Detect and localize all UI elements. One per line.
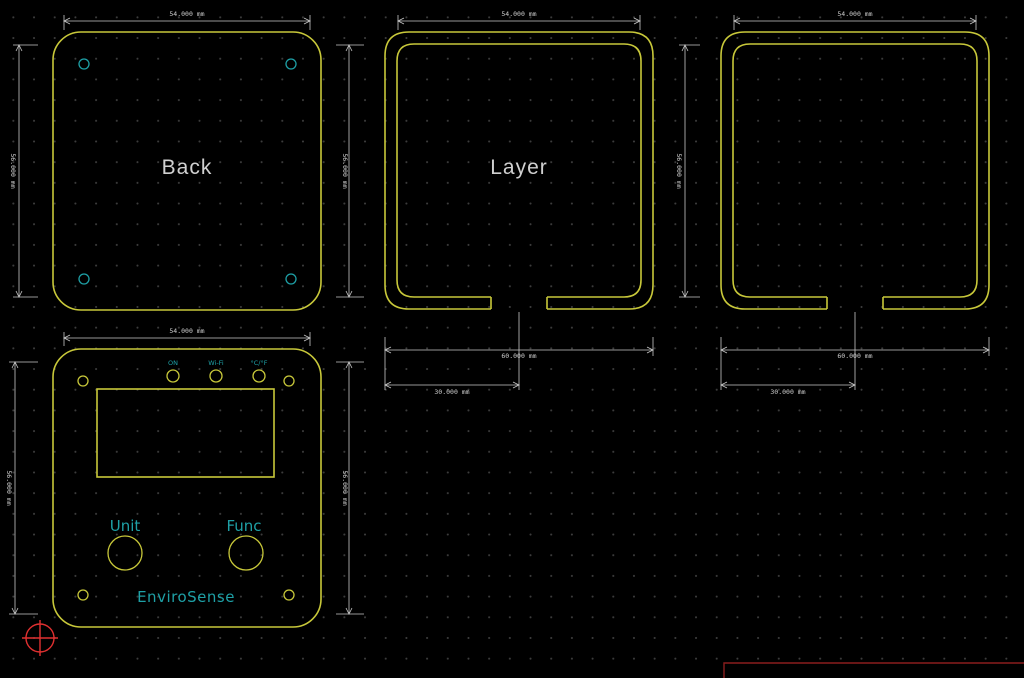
front-left-height-dimension: 56.000 mm <box>5 361 38 615</box>
led-on-label: ON <box>168 359 178 367</box>
front-panel-outline[interactable] <box>52 348 322 628</box>
mounting-hole[interactable] <box>78 273 90 285</box>
back-panel[interactable]: Back <box>52 31 322 311</box>
unit-button-label: Unit <box>110 517 141 535</box>
sheet-border <box>723 662 1024 678</box>
back-label: Back <box>162 156 213 179</box>
brand-label: EnviroSense <box>137 588 235 606</box>
layer-width-dimension: 54.000 mm <box>397 10 641 30</box>
dimension-text: 54.000 mm <box>169 327 204 335</box>
dimension-text: 56.000 mm <box>341 153 349 188</box>
mounting-hole[interactable] <box>283 589 295 601</box>
back-right-height-dimension: 56.000 mm <box>336 44 364 298</box>
layer-right-height-dimension: 56.000 mm <box>675 44 700 298</box>
dimension-text: 54.000 mm <box>501 10 536 18</box>
back-width-dimension: 54.000 mm <box>63 10 311 30</box>
func-button-hole[interactable] <box>228 535 264 571</box>
led-wifi-label: Wi-Fi <box>208 359 224 367</box>
side-panel[interactable] <box>720 31 990 310</box>
func-button-label: Func <box>226 517 261 535</box>
layer-label: Layer <box>490 156 548 179</box>
led-unit-hole[interactable] <box>252 369 266 383</box>
dimension-text: 30.000 mm <box>434 388 469 396</box>
dimension-text: 54.000 mm <box>169 10 204 18</box>
dimension-text: 56.000 mm <box>675 153 683 188</box>
back-left-height-dimension: 56.000 mm <box>9 44 38 298</box>
side-panel-outline-inner[interactable] <box>732 43 978 298</box>
pcb-editor-canvas[interactable]: Back 54.000 mm 56.000 mm 56.000 mm Layer <box>0 0 1024 678</box>
crosshair-cursor-icon <box>22 620 58 656</box>
dimension-text: 30.000 mm <box>770 388 805 396</box>
display-cutout[interactable] <box>96 388 275 478</box>
mounting-hole[interactable] <box>283 375 295 387</box>
mounting-hole[interactable] <box>77 589 89 601</box>
mounting-hole[interactable] <box>78 58 90 70</box>
dimension-text: 56.000 mm <box>5 470 13 505</box>
front-width-dimension: 54.000 mm <box>63 327 311 346</box>
mounting-hole[interactable] <box>77 375 89 387</box>
dimension-text: 56.000 mm <box>341 470 349 505</box>
dimension-text: 56.000 mm <box>9 153 17 188</box>
dimension-text: 54.000 mm <box>837 10 872 18</box>
led-on-hole[interactable] <box>166 369 180 383</box>
mounting-hole[interactable] <box>285 58 297 70</box>
layer-panel[interactable]: Layer <box>384 31 654 310</box>
front-panel[interactable]: ON Wi-Fi °C/°F Unit Func EnviroSense <box>52 348 322 628</box>
side-gap-dimension: 30.000 mm <box>720 312 856 396</box>
unit-button-hole[interactable] <box>107 535 143 571</box>
side-width-dimension: 54.000 mm <box>733 10 977 30</box>
board-drawing[interactable]: Back 54.000 mm 56.000 mm 56.000 mm Layer <box>0 0 1024 678</box>
mounting-hole[interactable] <box>285 273 297 285</box>
front-right-height-dimension: 56.000 mm <box>336 361 364 615</box>
led-wifi-hole[interactable] <box>209 369 223 383</box>
layer-gap-dimension: 30.000 mm <box>384 312 520 396</box>
side-panel-outline-outer[interactable] <box>720 31 990 310</box>
led-unit-label: °C/°F <box>251 359 268 367</box>
